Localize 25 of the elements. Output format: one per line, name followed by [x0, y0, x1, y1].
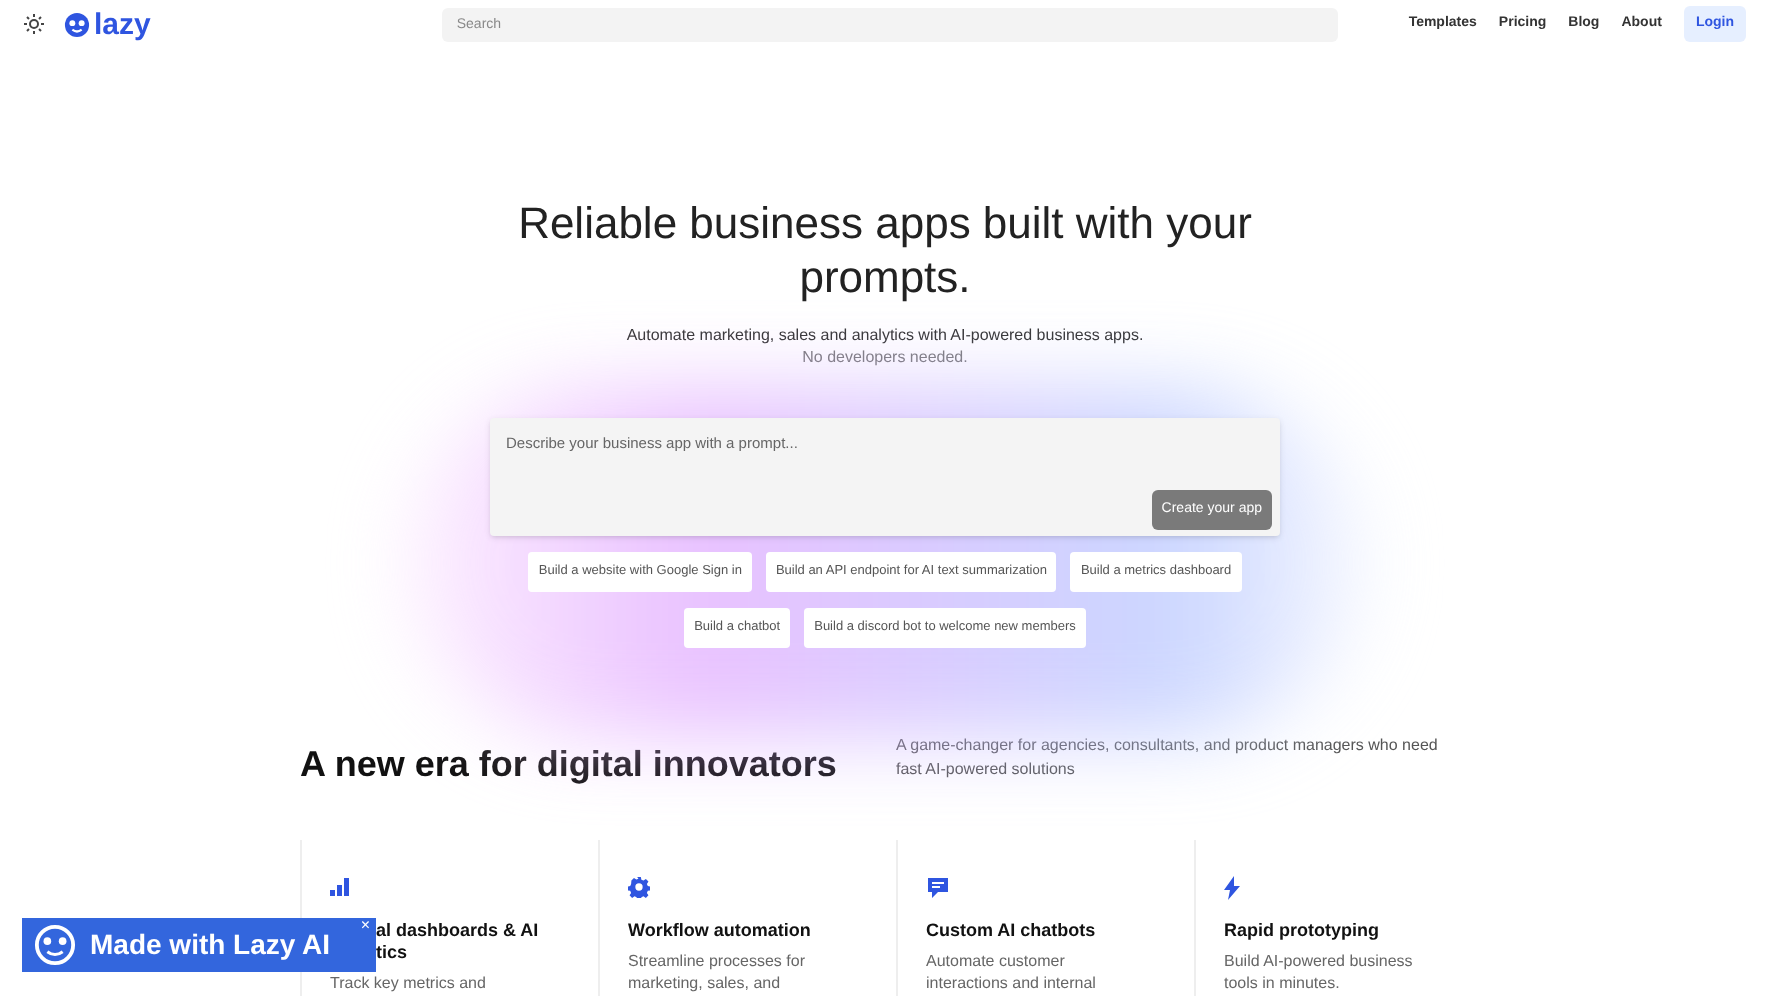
- close-button[interactable]: ×: [360, 918, 370, 934]
- feature-description: Build AI-powered business tools in minutes.: [1224, 949, 1415, 993]
- gear-icon: [628, 876, 650, 898]
- hero-subtitle: Automate marketing, sales and analytics with AI-powered business apps.: [626, 324, 1144, 346]
- smiley-logo-icon: [64, 11, 90, 37]
- section-title: A new era for digital innovators: [300, 741, 839, 785]
- chat-bubble-icon: [926, 875, 950, 899]
- smiley-icon: [34, 924, 76, 966]
- feature-title: al dashboards & AI: [376, 919, 541, 941]
- badge-label: Made with Lazy AI: [90, 926, 331, 964]
- section-description: A game-changer for agencies, consultants, and product managers who need fast AI-powered solutions: [896, 733, 1440, 782]
- feature-title: Custom AI chatbots: [926, 919, 1098, 941]
- feature-description: Track key metrics and: [330, 971, 488, 993]
- feature-title: Rapid prototyping: [1224, 919, 1381, 941]
- hero-title: Reliable business apps built with your prompts.: [516, 196, 1254, 304]
- made-with-badge[interactable]: Made with Lazy AI ×: [22, 918, 376, 972]
- feature-title: tics: [376, 941, 410, 963]
- hero-subtitle: No developers needed.: [802, 346, 968, 368]
- bar-chart-icon: [330, 878, 350, 896]
- feature-description: Streamline processes for marketing, sales, and: [628, 949, 807, 993]
- sun-icon[interactable]: [24, 14, 44, 34]
- feature-title: Workflow automation: [628, 919, 813, 941]
- feature-description: Automate customer interactions and internal: [926, 949, 1098, 993]
- lightning-icon: [1224, 875, 1240, 899]
- logo-text[interactable]: lazy: [94, 9, 151, 39]
